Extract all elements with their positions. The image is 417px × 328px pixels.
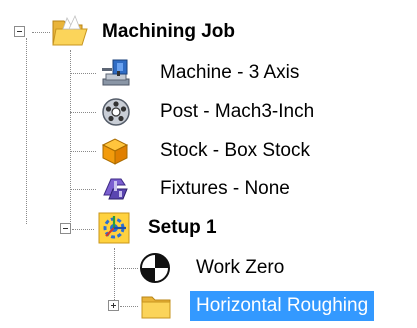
collapse-toggle-setup[interactable] xyxy=(60,223,71,234)
tree-item-machining-job[interactable]: Machining Job xyxy=(102,17,235,47)
tree-line xyxy=(114,248,115,306)
collapse-toggle-machining-job[interactable] xyxy=(14,26,25,37)
tree-line xyxy=(70,151,96,152)
tree-item-machine[interactable]: Machine - 3 Axis xyxy=(160,58,299,88)
tree-line xyxy=(70,50,71,226)
tree-item-fixtures[interactable]: Fixtures - None xyxy=(160,174,290,204)
tree-line xyxy=(70,189,96,190)
tree-item-post[interactable]: Post - Mach3-Inch xyxy=(160,97,314,127)
cnc-machine-icon xyxy=(100,57,132,89)
expand-toggle-horizontal-roughing[interactable] xyxy=(108,300,119,311)
open-folder-icon xyxy=(50,14,90,50)
tree-line xyxy=(120,306,138,307)
work-zero-target-icon xyxy=(139,252,171,284)
job-tree-view[interactable]: Machining Job Machine - 3 Axis Post - Ma… xyxy=(0,0,417,328)
tree-item-setup[interactable]: Setup 1 xyxy=(148,213,217,243)
tree-line xyxy=(70,112,96,113)
tree-line xyxy=(72,229,94,230)
setup-gear-icon xyxy=(97,211,130,244)
fixtures-clamp-icon xyxy=(99,173,131,205)
closed-folder-icon xyxy=(140,290,172,322)
tree-line xyxy=(32,32,50,33)
tree-line xyxy=(114,268,138,269)
stock-box-icon xyxy=(99,135,131,167)
tree-item-stock[interactable]: Stock - Box Stock xyxy=(160,136,310,166)
post-processor-reel-icon xyxy=(100,96,132,128)
tree-line xyxy=(70,73,96,74)
tree-item-work-zero[interactable]: Work Zero xyxy=(196,253,284,283)
tree-line xyxy=(26,38,27,224)
tree-item-horizontal-roughing[interactable]: Horizontal Roughing xyxy=(190,291,375,321)
